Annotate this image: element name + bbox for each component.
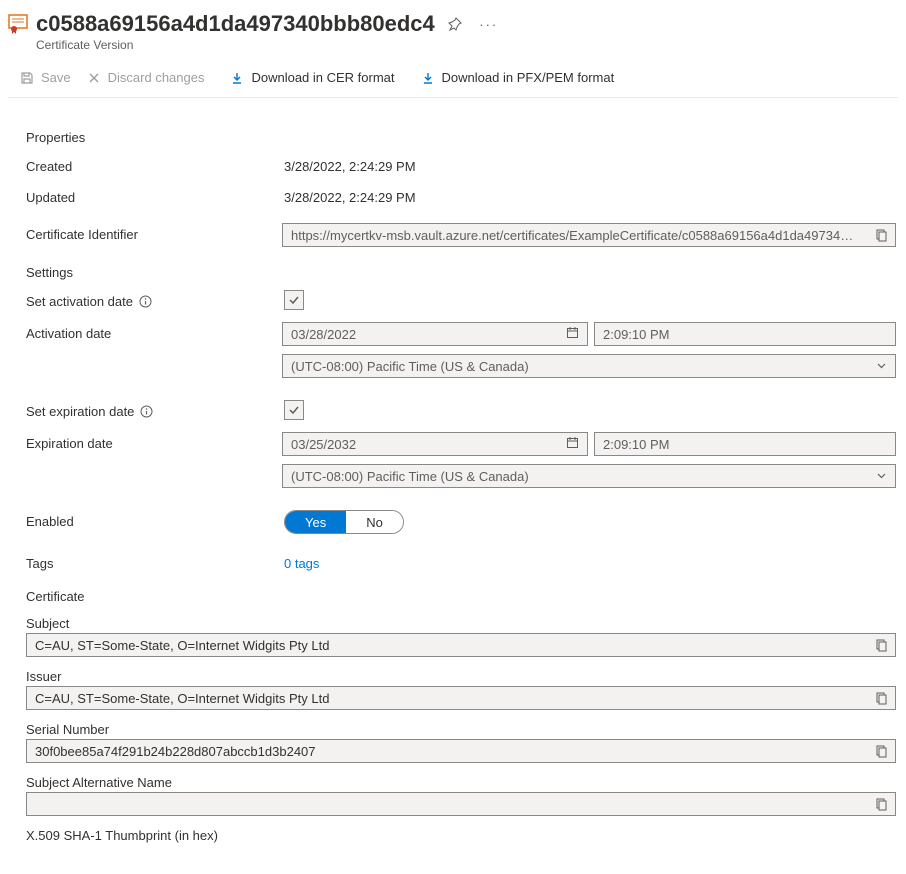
expiration-date-input[interactable]: 03/25/2032 (282, 432, 588, 456)
expiration-time-value: 2:09:10 PM (603, 437, 670, 452)
label-sha1-thumb: X.509 SHA-1 Thumbprint (in hex) (26, 828, 896, 843)
activation-date-value: 03/28/2022 (291, 327, 356, 342)
activation-time-value: 2:09:10 PM (603, 327, 670, 342)
calendar-icon (566, 436, 579, 452)
download-cer-button[interactable]: Download in CER format (224, 66, 400, 89)
expiration-tz-value: (UTC-08:00) Pacific Time (US & Canada) (291, 469, 529, 484)
section-certificate: Certificate (26, 589, 896, 604)
label-set-expiration: Set expiration date (26, 400, 284, 419)
info-icon[interactable] (139, 295, 152, 308)
calendar-icon (566, 326, 579, 342)
label-created: Created (26, 155, 284, 174)
issuer-field: C=AU, ST=Some-State, O=Internet Widgits … (26, 686, 896, 710)
toggle-no[interactable]: No (346, 511, 403, 533)
copy-cert-identifier-button[interactable] (867, 224, 895, 246)
download-pfx-button[interactable]: Download in PFX/PEM format (415, 66, 621, 89)
discard-button: Discard changes (81, 66, 211, 89)
copy-icon (875, 692, 888, 705)
download-icon (230, 71, 244, 85)
label-updated: Updated (26, 186, 284, 205)
copy-icon (875, 745, 888, 758)
copy-san-button[interactable] (867, 793, 895, 815)
label-tags: Tags (26, 552, 284, 571)
chevron-down-icon (876, 469, 887, 484)
page-title: c0588a69156a4d1da497340bbb80edc4 (36, 10, 435, 38)
download-icon (421, 71, 435, 85)
activation-time-input[interactable]: 2:09:10 PM (594, 322, 896, 346)
ellipsis-icon: ··· (479, 17, 498, 32)
certificate-icon (8, 10, 36, 37)
save-label: Save (41, 70, 71, 85)
activation-date-input[interactable]: 03/28/2022 (282, 322, 588, 346)
expiration-tz-select[interactable]: (UTC-08:00) Pacific Time (US & Canada) (282, 464, 896, 488)
cert-identifier-value: https://mycertkv-msb.vault.azure.net/cer… (283, 228, 867, 243)
download-pfx-label: Download in PFX/PEM format (442, 70, 615, 85)
label-serial: Serial Number (26, 722, 896, 737)
set-expiration-checkbox[interactable] (284, 400, 304, 420)
label-enabled: Enabled (26, 510, 284, 529)
san-field (26, 792, 896, 816)
info-icon[interactable] (140, 405, 153, 418)
expiration-time-input[interactable]: 2:09:10 PM (594, 432, 896, 456)
cert-identifier-field: https://mycertkv-msb.vault.azure.net/cer… (282, 223, 896, 247)
copy-subject-button[interactable] (867, 634, 895, 656)
checkmark-icon (288, 294, 300, 306)
set-activation-checkbox[interactable] (284, 290, 304, 310)
copy-issuer-button[interactable] (867, 687, 895, 709)
toggle-yes[interactable]: Yes (285, 511, 346, 533)
label-issuer: Issuer (26, 669, 896, 684)
command-bar: Save Discard changes Download in CER for… (8, 62, 898, 98)
serial-value: 30f0bee85a74f291b24b228d807abccb1d3b2407 (27, 744, 867, 759)
enabled-toggle[interactable]: Yes No (284, 510, 404, 534)
section-settings: Settings (26, 265, 896, 280)
serial-field: 30f0bee85a74f291b24b228d807abccb1d3b2407 (26, 739, 896, 763)
label-cert-identifier: Certificate Identifier (26, 223, 282, 242)
copy-icon (875, 229, 888, 242)
expiration-date-value: 03/25/2032 (291, 437, 356, 452)
copy-serial-button[interactable] (867, 740, 895, 762)
tags-link[interactable]: 0 tags (284, 556, 319, 571)
more-button[interactable]: ··· (475, 10, 503, 38)
label-set-activation: Set activation date (26, 290, 284, 309)
value-created: 3/28/2022, 2:24:29 PM (284, 155, 896, 174)
activation-tz-value: (UTC-08:00) Pacific Time (US & Canada) (291, 359, 529, 374)
page-subtitle: Certificate Version (36, 38, 898, 52)
discard-icon (87, 71, 101, 85)
pin-button[interactable] (441, 10, 469, 38)
activation-tz-select[interactable]: (UTC-08:00) Pacific Time (US & Canada) (282, 354, 896, 378)
copy-icon (875, 798, 888, 811)
label-activation-date: Activation date (26, 322, 282, 341)
subject-field: C=AU, ST=Some-State, O=Internet Widgits … (26, 633, 896, 657)
save-button: Save (14, 66, 77, 89)
issuer-value: C=AU, ST=Some-State, O=Internet Widgits … (27, 691, 867, 706)
discard-label: Discard changes (108, 70, 205, 85)
copy-icon (875, 639, 888, 652)
value-updated: 3/28/2022, 2:24:29 PM (284, 186, 896, 205)
download-cer-label: Download in CER format (251, 70, 394, 85)
subject-value: C=AU, ST=Some-State, O=Internet Widgits … (27, 638, 867, 653)
section-properties: Properties (26, 130, 896, 145)
label-subject: Subject (26, 616, 896, 631)
save-icon (20, 71, 34, 85)
label-expiration-date: Expiration date (26, 432, 282, 451)
label-san: Subject Alternative Name (26, 775, 896, 790)
chevron-down-icon (876, 359, 887, 374)
pin-icon (448, 17, 462, 31)
checkmark-icon (288, 404, 300, 416)
